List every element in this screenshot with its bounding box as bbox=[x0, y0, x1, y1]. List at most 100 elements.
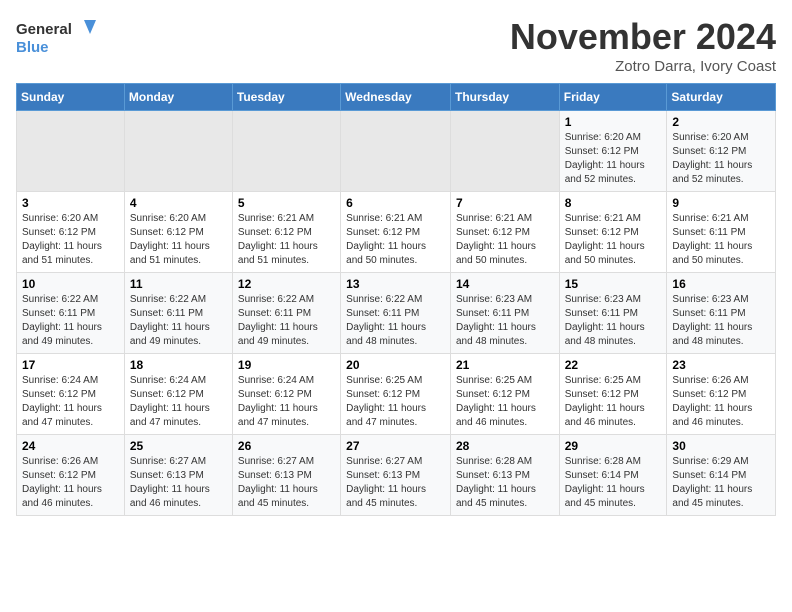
day-number: 1 bbox=[565, 115, 662, 129]
weekday-header: Monday bbox=[124, 84, 232, 111]
calendar-cell: 29 Sunrise: 6:28 AM Sunset: 6:14 PM Dayli… bbox=[559, 435, 667, 516]
day-info: Sunrise: 6:27 AM Sunset: 6:13 PM Dayligh… bbox=[346, 455, 445, 511]
day-info: Sunrise: 6:25 AM Sunset: 6:12 PM Dayligh… bbox=[565, 374, 662, 430]
day-number: 23 bbox=[672, 358, 770, 372]
day-info: Sunrise: 6:20 AM Sunset: 6:12 PM Dayligh… bbox=[565, 131, 662, 187]
day-info: Sunrise: 6:20 AM Sunset: 6:12 PM Dayligh… bbox=[22, 212, 119, 268]
page-header: General Blue November 2024 Zotro Darra, … bbox=[16, 16, 776, 75]
calendar-cell: 27 Sunrise: 6:27 AM Sunset: 6:13 PM Dayli… bbox=[341, 435, 451, 516]
calendar-cell: 7 Sunrise: 6:21 AM Sunset: 6:12 PM Daylig… bbox=[450, 192, 559, 273]
day-number: 8 bbox=[565, 196, 662, 210]
calendar-cell: 17 Sunrise: 6:24 AM Sunset: 6:12 PM Dayli… bbox=[17, 354, 125, 435]
svg-text:General: General bbox=[16, 21, 72, 38]
day-info: Sunrise: 6:20 AM Sunset: 6:12 PM Dayligh… bbox=[130, 212, 227, 268]
day-number: 9 bbox=[672, 196, 770, 210]
day-info: Sunrise: 6:23 AM Sunset: 6:11 PM Dayligh… bbox=[672, 293, 770, 349]
calendar-cell bbox=[17, 111, 125, 192]
day-info: Sunrise: 6:25 AM Sunset: 6:12 PM Dayligh… bbox=[346, 374, 445, 430]
day-number: 13 bbox=[346, 277, 445, 291]
day-number: 16 bbox=[672, 277, 770, 291]
day-info: Sunrise: 6:20 AM Sunset: 6:12 PM Dayligh… bbox=[672, 131, 770, 187]
calendar-cell: 20 Sunrise: 6:25 AM Sunset: 6:12 PM Dayli… bbox=[341, 354, 451, 435]
location-subtitle: Zotro Darra, Ivory Coast bbox=[510, 58, 776, 75]
weekday-header: Tuesday bbox=[232, 84, 340, 111]
day-number: 3 bbox=[22, 196, 119, 210]
calendar-cell: 26 Sunrise: 6:27 AM Sunset: 6:13 PM Dayli… bbox=[232, 435, 340, 516]
title-block: November 2024 Zotro Darra, Ivory Coast bbox=[510, 16, 776, 75]
day-number: 15 bbox=[565, 277, 662, 291]
logo-svg: General Blue bbox=[16, 16, 96, 61]
day-number: 20 bbox=[346, 358, 445, 372]
calendar-cell: 5 Sunrise: 6:21 AM Sunset: 6:12 PM Daylig… bbox=[232, 192, 340, 273]
calendar-cell: 25 Sunrise: 6:27 AM Sunset: 6:13 PM Dayli… bbox=[124, 435, 232, 516]
day-info: Sunrise: 6:22 AM Sunset: 6:11 PM Dayligh… bbox=[22, 293, 119, 349]
day-number: 14 bbox=[456, 277, 554, 291]
day-info: Sunrise: 6:21 AM Sunset: 6:12 PM Dayligh… bbox=[346, 212, 445, 268]
calendar-cell: 9Sunrise: 6:21 AM Sunset: 6:11 PM Daylig… bbox=[667, 192, 776, 273]
day-info: Sunrise: 6:26 AM Sunset: 6:12 PM Dayligh… bbox=[22, 455, 119, 511]
weekday-header: Saturday bbox=[667, 84, 776, 111]
calendar-cell: 23 Sunrise: 6:26 AM Sunset: 6:12 PM Dayli… bbox=[667, 354, 776, 435]
day-info: Sunrise: 6:23 AM Sunset: 6:11 PM Dayligh… bbox=[456, 293, 554, 349]
day-info: Sunrise: 6:24 AM Sunset: 6:12 PM Dayligh… bbox=[22, 374, 119, 430]
day-info: Sunrise: 6:27 AM Sunset: 6:13 PM Dayligh… bbox=[238, 455, 335, 511]
day-number: 17 bbox=[22, 358, 119, 372]
day-info: Sunrise: 6:24 AM Sunset: 6:12 PM Dayligh… bbox=[238, 374, 335, 430]
day-info: Sunrise: 6:22 AM Sunset: 6:11 PM Dayligh… bbox=[238, 293, 335, 349]
day-number: 22 bbox=[565, 358, 662, 372]
calendar-cell: 16 Sunrise: 6:23 AM Sunset: 6:11 PM Dayli… bbox=[667, 273, 776, 354]
day-number: 6 bbox=[346, 196, 445, 210]
day-info: Sunrise: 6:24 AM Sunset: 6:12 PM Dayligh… bbox=[130, 374, 227, 430]
calendar-cell: 4 Sunrise: 6:20 AM Sunset: 6:12 PM Daylig… bbox=[124, 192, 232, 273]
calendar-cell: 8 Sunrise: 6:21 AM Sunset: 6:12 PM Daylig… bbox=[559, 192, 667, 273]
calendar-table: SundayMondayTuesdayWednesdayThursdayFrid… bbox=[16, 83, 776, 516]
day-number: 7 bbox=[456, 196, 554, 210]
day-info: Sunrise: 6:29 AM Sunset: 6:14 PM Dayligh… bbox=[672, 455, 770, 511]
day-info: Sunrise: 6:25 AM Sunset: 6:12 PM Dayligh… bbox=[456, 374, 554, 430]
calendar-cell bbox=[232, 111, 340, 192]
calendar-cell: 1 Sunrise: 6:20 AM Sunset: 6:12 PM Daylig… bbox=[559, 111, 667, 192]
day-number: 21 bbox=[456, 358, 554, 372]
day-number: 29 bbox=[565, 439, 662, 453]
day-number: 28 bbox=[456, 439, 554, 453]
day-number: 25 bbox=[130, 439, 227, 453]
calendar-cell: 13 Sunrise: 6:22 AM Sunset: 6:11 PM Dayli… bbox=[341, 273, 451, 354]
calendar-cell bbox=[450, 111, 559, 192]
calendar-cell: 10Sunrise: 6:22 AM Sunset: 6:11 PM Dayli… bbox=[17, 273, 125, 354]
day-number: 30 bbox=[672, 439, 770, 453]
day-number: 26 bbox=[238, 439, 335, 453]
day-info: Sunrise: 6:26 AM Sunset: 6:12 PM Dayligh… bbox=[672, 374, 770, 430]
calendar-cell: 11Sunrise: 6:22 AM Sunset: 6:11 PM Dayli… bbox=[124, 273, 232, 354]
day-number: 19 bbox=[238, 358, 335, 372]
calendar-cell: 15Sunrise: 6:23 AM Sunset: 6:11 PM Dayli… bbox=[559, 273, 667, 354]
day-info: Sunrise: 6:28 AM Sunset: 6:14 PM Dayligh… bbox=[565, 455, 662, 511]
day-number: 18 bbox=[130, 358, 227, 372]
day-info: Sunrise: 6:21 AM Sunset: 6:12 PM Dayligh… bbox=[456, 212, 554, 268]
day-number: 24 bbox=[22, 439, 119, 453]
day-number: 2 bbox=[672, 115, 770, 129]
day-info: Sunrise: 6:21 AM Sunset: 6:12 PM Dayligh… bbox=[238, 212, 335, 268]
logo: General Blue bbox=[16, 16, 96, 61]
calendar-cell bbox=[341, 111, 451, 192]
weekday-header: Sunday bbox=[17, 84, 125, 111]
day-number: 4 bbox=[130, 196, 227, 210]
calendar-cell: 22 Sunrise: 6:25 AM Sunset: 6:12 PM Dayli… bbox=[559, 354, 667, 435]
day-info: Sunrise: 6:22 AM Sunset: 6:11 PM Dayligh… bbox=[346, 293, 445, 349]
svg-text:Blue: Blue bbox=[16, 39, 49, 56]
calendar-cell: 3 Sunrise: 6:20 AM Sunset: 6:12 PM Daylig… bbox=[17, 192, 125, 273]
weekday-header: Friday bbox=[559, 84, 667, 111]
day-number: 12 bbox=[238, 277, 335, 291]
day-info: Sunrise: 6:21 AM Sunset: 6:12 PM Dayligh… bbox=[565, 212, 662, 268]
day-info: Sunrise: 6:22 AM Sunset: 6:11 PM Dayligh… bbox=[130, 293, 227, 349]
month-title: November 2024 bbox=[510, 16, 776, 58]
day-info: Sunrise: 6:27 AM Sunset: 6:13 PM Dayligh… bbox=[130, 455, 227, 511]
day-number: 27 bbox=[346, 439, 445, 453]
calendar-cell: 24 Sunrise: 6:26 AM Sunset: 6:12 PM Dayli… bbox=[17, 435, 125, 516]
calendar-cell: 30 Sunrise: 6:29 AM Sunset: 6:14 PM Dayli… bbox=[667, 435, 776, 516]
calendar-cell: 12 Sunrise: 6:22 AM Sunset: 6:11 PM Dayli… bbox=[232, 273, 340, 354]
calendar-cell: 14 Sunrise: 6:23 AM Sunset: 6:11 PM Dayli… bbox=[450, 273, 559, 354]
weekday-header: Thursday bbox=[450, 84, 559, 111]
calendar-cell bbox=[124, 111, 232, 192]
day-number: 5 bbox=[238, 196, 335, 210]
calendar-cell: 2 Sunrise: 6:20 AM Sunset: 6:12 PM Daylig… bbox=[667, 111, 776, 192]
